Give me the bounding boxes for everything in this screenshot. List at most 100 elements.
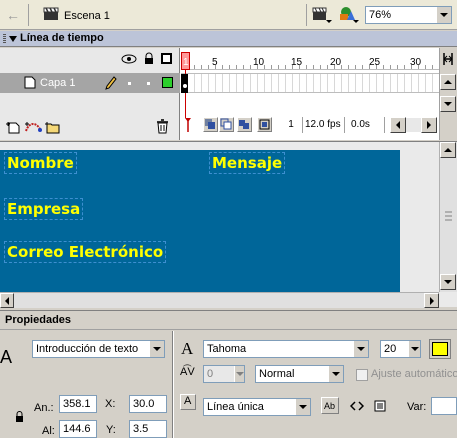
properties-panel: A Introducción de texto An.: 358.1 X: 30… (0, 331, 457, 438)
scroll-left-button[interactable] (390, 117, 406, 133)
ruler-tick (348, 65, 349, 69)
font-family-value: Tahoma (207, 343, 247, 355)
ruler-tick (404, 65, 405, 69)
ruler-tick (425, 65, 426, 69)
edit-multiple-frames-button[interactable] (237, 117, 252, 132)
stage-horizontal-scrollbar[interactable] (0, 292, 439, 308)
chevron-down-icon[interactable] (408, 341, 420, 357)
add-folder-icon[interactable] (44, 120, 60, 134)
y-field[interactable]: 3.5 (129, 420, 167, 438)
tracking-mode-select[interactable]: Normal (255, 365, 344, 383)
scene-label[interactable]: Escena 1 (64, 9, 110, 23)
x-field[interactable]: 30.0 (129, 395, 167, 413)
paragraph-format-button[interactable]: A (180, 394, 196, 410)
zoom-select[interactable]: 76% (365, 6, 452, 24)
lock-dot[interactable] (147, 82, 150, 85)
trash-icon[interactable] (156, 119, 169, 134)
outline-icon[interactable] (161, 53, 172, 64)
tracking-icon: A͡V (180, 366, 195, 378)
field-label-empresa[interactable]: Empresa (4, 198, 84, 220)
field-label-mensaje[interactable]: Mensaje (209, 152, 286, 174)
scroll-down-button[interactable] (440, 274, 456, 290)
layer-color-swatch[interactable] (162, 77, 173, 88)
y-label: Y: (106, 424, 116, 436)
field-label-nombre[interactable]: Nombre (4, 152, 77, 174)
scroll-thumb[interactable] (441, 166, 456, 266)
width-field[interactable]: 358.1 (59, 395, 97, 413)
text-tool-icon: A (0, 347, 13, 367)
font-icon: A (181, 339, 194, 358)
onion-skin-button[interactable] (203, 117, 218, 132)
chevron-down-icon[interactable] (353, 341, 368, 357)
show-border-icon[interactable] (373, 399, 387, 413)
visibility-dot[interactable] (128, 82, 131, 85)
ruler-tick (201, 65, 202, 69)
selectable-text-button[interactable]: Ab (321, 397, 339, 414)
tracking-mode-value: Normal (259, 368, 295, 380)
ruler-tick (243, 65, 244, 69)
edit-symbol-icon[interactable] (337, 5, 359, 25)
svg-text:Ab: Ab (324, 401, 335, 411)
onion-outline-button[interactable] (219, 117, 234, 132)
chevron-down-icon[interactable] (295, 399, 310, 415)
grip-icon[interactable] (3, 34, 6, 44)
lock-icon[interactable] (144, 52, 154, 65)
stage[interactable]: Nombre Mensaje Empresa Correo Electrónic… (0, 150, 400, 292)
scroll-right-button[interactable] (424, 293, 439, 308)
back-arrow-icon[interactable]: ← (6, 8, 20, 22)
font-size-select[interactable]: 20 (380, 340, 421, 358)
render-html-icon[interactable] (349, 399, 365, 413)
ruler-tick (194, 65, 195, 69)
chevron-down-icon[interactable] (328, 366, 343, 382)
add-layer-icon[interactable] (5, 120, 21, 134)
ruler-tick (278, 65, 279, 69)
frame-view-options-icon[interactable] (442, 52, 454, 66)
chevron-down-icon[interactable] (436, 7, 451, 23)
edit-scene-icon[interactable] (312, 6, 332, 24)
horizontal-scroll-track[interactable] (406, 118, 422, 132)
scroll-right-button[interactable] (421, 117, 437, 133)
add-guide-layer-icon[interactable] (24, 120, 42, 134)
field-label-correo[interactable]: Correo Electrónico (4, 241, 167, 263)
clapboard-icon (43, 7, 59, 21)
chevron-down-icon[interactable] (149, 341, 164, 357)
frame-panel[interactable]: 1 5 10 15 20 25 30 1 12.0 fps 0.0s (181, 48, 439, 140)
autokern-checkbox[interactable] (356, 369, 368, 381)
eye-icon[interactable] (121, 54, 137, 64)
lock-icon[interactable] (15, 411, 24, 423)
scroll-left-button[interactable] (0, 293, 14, 308)
ruler-tick (306, 65, 307, 69)
var-field[interactable] (431, 397, 457, 415)
text-type-select[interactable]: Introducción de texto (32, 340, 165, 358)
scroll-thumb[interactable] (180, 295, 290, 307)
layer-name[interactable]: Capa 1 (40, 77, 75, 89)
collapse-triangle-icon[interactable] (9, 36, 17, 42)
scroll-up-button[interactable] (440, 74, 456, 90)
format-letter-icon: A (184, 395, 192, 407)
ruler-tick (285, 65, 286, 69)
scroll-up-button[interactable] (440, 142, 456, 158)
frames-row[interactable] (181, 73, 439, 93)
stage-vertical-scrollbar[interactable] (439, 142, 457, 292)
timeline-title: Línea de tiempo (20, 32, 104, 44)
line-type-select[interactable]: Línea única (203, 398, 311, 416)
tracking-select[interactable]: 0 (203, 365, 245, 383)
text-color-swatch[interactable] (429, 339, 451, 359)
ruler-tick (362, 65, 363, 69)
modify-markers-button[interactable] (257, 117, 272, 132)
tracking-value: 0 (207, 368, 214, 380)
timeline-vertical-scrollbar[interactable] (439, 48, 457, 140)
pencil-icon[interactable] (105, 76, 117, 90)
frame-ruler[interactable]: 1 5 10 15 20 25 30 (181, 48, 439, 70)
scroll-down-button[interactable] (440, 96, 456, 112)
layer-panel: Capa 1 (0, 48, 180, 140)
center-frame-icon[interactable] (185, 118, 191, 132)
timeline-header[interactable]: Línea de tiempo (0, 31, 457, 47)
font-family-select[interactable]: Tahoma (203, 340, 369, 358)
properties-header[interactable]: Propiedades (0, 310, 457, 330)
height-label: Al: (42, 425, 55, 437)
height-field[interactable]: 144.6 (59, 420, 97, 438)
ruler-number: 30 (410, 57, 422, 68)
layer-row[interactable]: Capa 1 (0, 73, 180, 93)
chevron-down-icon[interactable] (234, 366, 244, 382)
